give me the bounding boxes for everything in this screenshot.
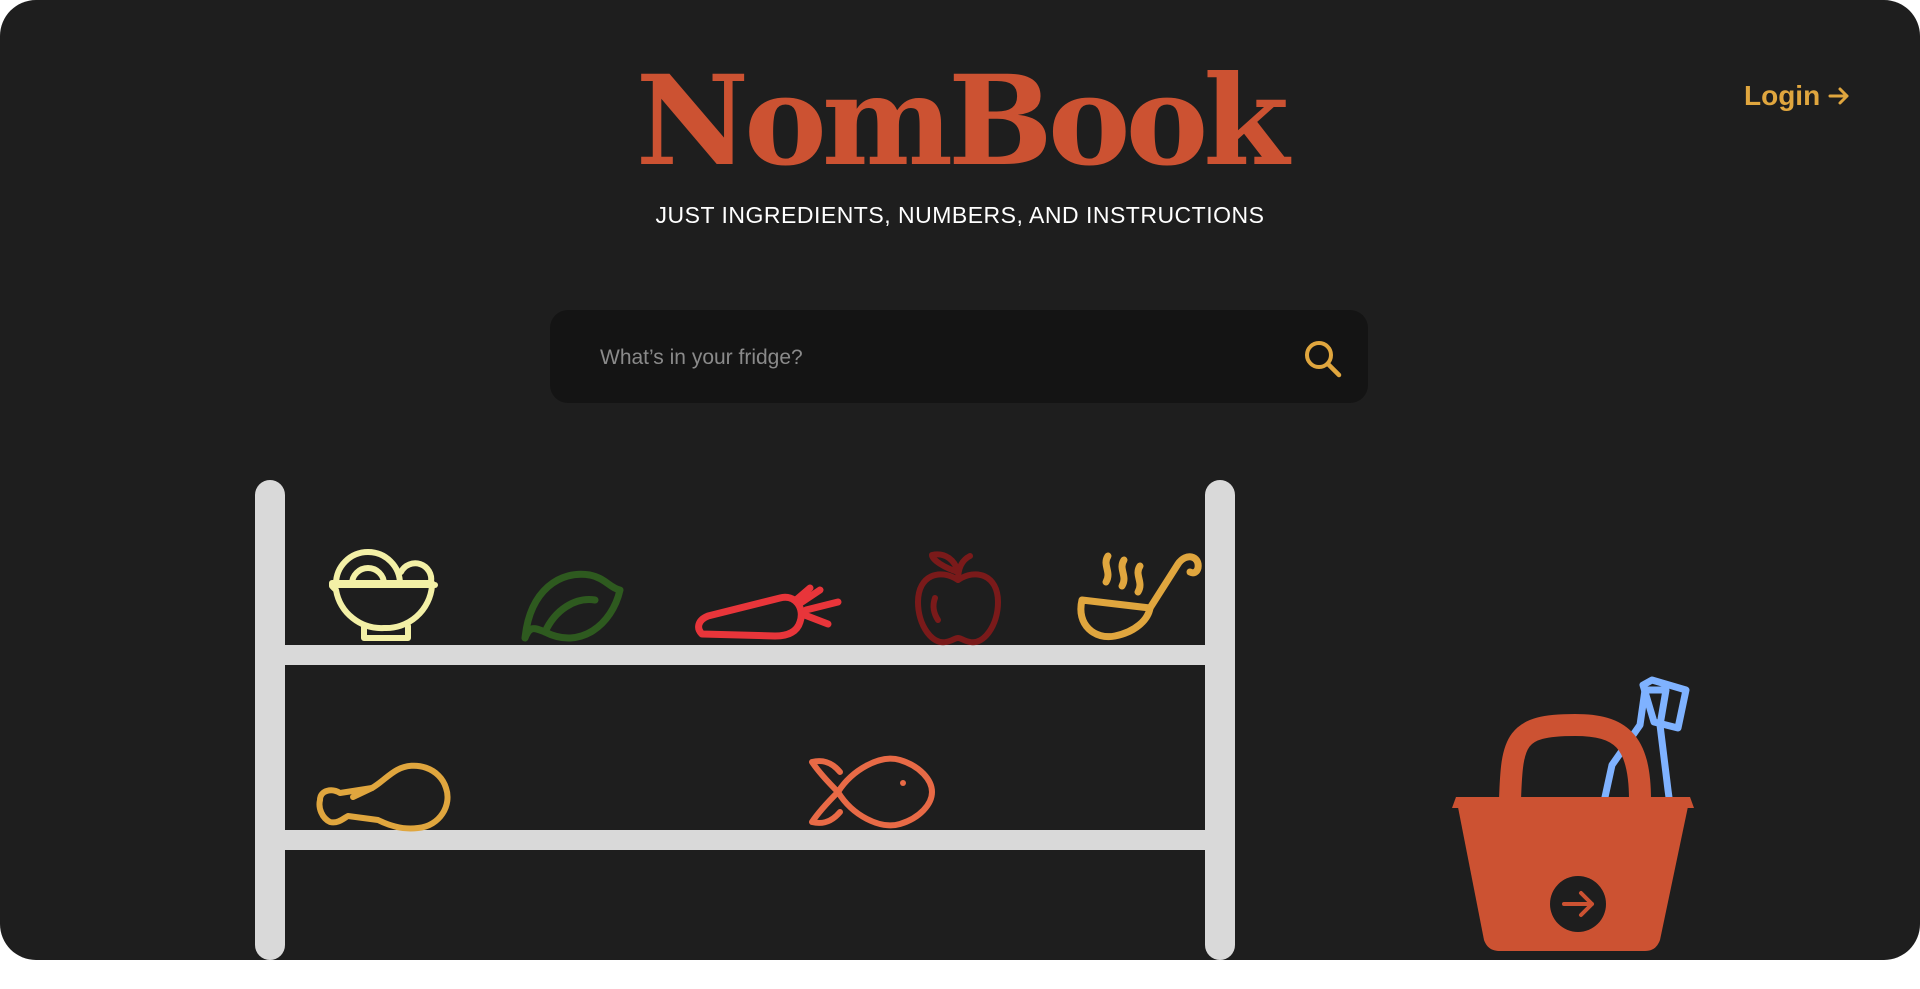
leaf-icon — [521, 570, 624, 642]
shelf — [255, 480, 1235, 960]
noodle-bowl-icon — [329, 549, 438, 641]
fish-icon — [809, 755, 935, 829]
pantry-illustration — [255, 480, 1694, 960]
landing-page: NomBook JUST INGREDIENTS, NUMBERS, AND I… — [0, 0, 1920, 960]
basket-arrow-button[interactable] — [1550, 876, 1606, 932]
drumstick-icon — [316, 762, 451, 832]
carrot-icon — [695, 584, 842, 640]
ladle-icon — [1077, 552, 1202, 641]
apple-icon — [915, 551, 1001, 646]
